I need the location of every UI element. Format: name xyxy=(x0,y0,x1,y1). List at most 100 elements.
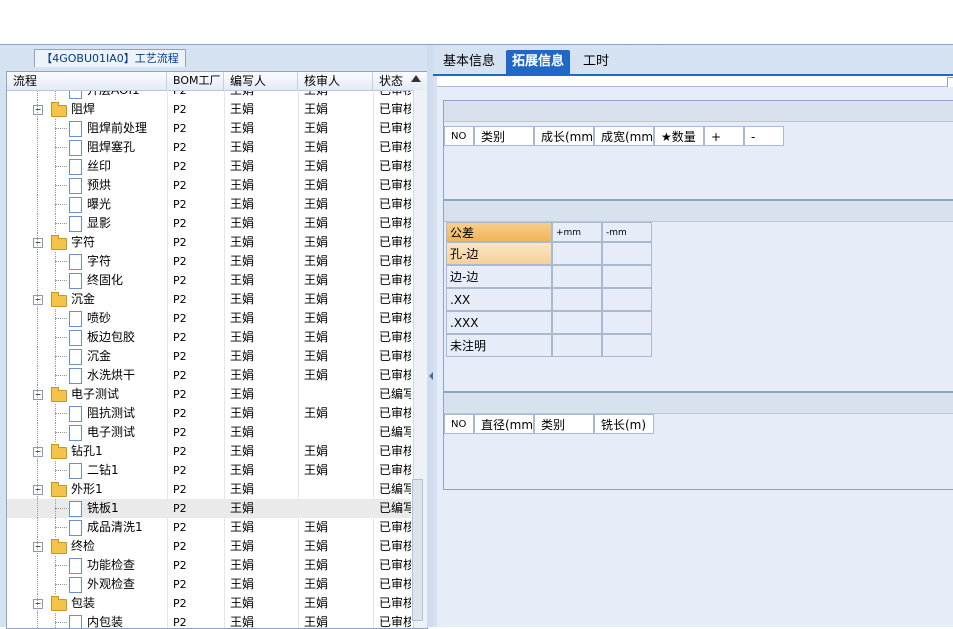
tolerance-minus-input[interactable] xyxy=(602,288,652,311)
tree-connector xyxy=(37,138,38,157)
tree-connector xyxy=(37,442,38,461)
node-label: 丝印 xyxy=(87,159,112,173)
col-header-writer[interactable]: 编写人 xyxy=(224,72,298,90)
cell-status: 已审核 xyxy=(379,140,411,154)
grid-col-header[interactable]: 直径(mm) xyxy=(474,414,538,434)
collapse-toggle-icon[interactable]: − xyxy=(33,542,43,552)
tree-row[interactable]: − 钻孔1 P2 王娟 王娟 已审核 xyxy=(7,442,411,461)
tree-row[interactable]: 外观检查 P2 王娟 王娟 已审核 xyxy=(7,575,411,594)
document-icon xyxy=(69,216,82,232)
grid-col-header[interactable]: 成宽(mm) xyxy=(594,126,658,146)
node-label: 沉金 xyxy=(71,292,96,306)
tree-row[interactable]: 预烘 P2 王娟 王娟 已审核 xyxy=(7,176,411,195)
tree-row[interactable]: 丝印 P2 王娟 王娟 已审核 xyxy=(7,157,411,176)
collapse-toggle-icon[interactable]: − xyxy=(33,105,43,115)
tree-connector xyxy=(37,594,38,613)
tab-content-header xyxy=(437,76,953,87)
grid-col-header[interactable]: ★数量 xyxy=(654,126,704,146)
tree-row[interactable]: − 沉金 P2 王娟 王娟 已审核 xyxy=(7,290,411,309)
tree-row[interactable]: − 阻焊 P2 王娟 王娟 已审核 xyxy=(7,100,411,119)
collapse-toggle-icon[interactable]: − xyxy=(33,599,43,609)
grid-col-header[interactable]: 成长(mm) xyxy=(534,126,598,146)
tolerance-plus-input[interactable] xyxy=(552,242,602,265)
cell-writer: 王娟 xyxy=(230,91,300,100)
scrollbar-thumb[interactable] xyxy=(412,479,423,621)
collapse-toggle-icon[interactable]: − xyxy=(33,238,43,248)
node-label: 开层AOI1 xyxy=(87,91,140,100)
tree-row[interactable]: 阻抗测试 P2 王娟 王娟 已审核 xyxy=(7,404,411,423)
node-label: 阻焊塞孔 xyxy=(87,140,136,154)
tolerance-plus-input[interactable] xyxy=(552,288,602,311)
tolerance-minus-input[interactable] xyxy=(602,265,652,288)
tree-connector xyxy=(55,204,67,205)
tree-connector xyxy=(55,261,67,262)
cell-status: 已审核 xyxy=(379,235,411,249)
collapse-toggle-icon[interactable]: − xyxy=(33,295,43,305)
tolerance-minus-input[interactable] xyxy=(602,311,652,334)
tree-row[interactable]: 水洗烘干 P2 王娟 王娟 已审核 xyxy=(7,366,411,385)
tolerance-minus-input[interactable] xyxy=(602,334,652,357)
tolerance-plus-input[interactable] xyxy=(552,265,602,288)
cell-bom: P2 xyxy=(173,426,187,439)
tree-row[interactable]: − 终检 P2 王娟 王娟 已审核 xyxy=(7,537,411,556)
col-header-bom[interactable]: BOM工厂 xyxy=(167,72,224,90)
tree-row[interactable]: − 外形1 P2 王娟 已编写 xyxy=(7,480,411,499)
grid-col-header[interactable]: NO xyxy=(444,126,474,146)
collapse-toggle-icon[interactable]: − xyxy=(33,485,43,495)
detail-tabs: 基本信息 拓展信息 工时 xyxy=(433,48,953,79)
tree-row[interactable]: 功能检查 P2 王娟 王娟 已审核 xyxy=(7,556,411,575)
grid-col-header[interactable]: 铣长(m) xyxy=(594,414,654,434)
tree-row[interactable]: 成品清洗1 P2 王娟 王娟 已审核 xyxy=(7,518,411,537)
tab-basic-info[interactable]: 基本信息 xyxy=(437,50,501,74)
cell-writer: 王娟 xyxy=(230,425,255,439)
cell-bom: P2 xyxy=(173,331,187,344)
tolerance-plus-input[interactable] xyxy=(552,311,602,334)
col-header-reviewer[interactable]: 核审人 xyxy=(298,72,373,90)
tree-row[interactable]: 板边包胶 P2 王娟 王娟 已审核 xyxy=(7,328,411,347)
tree-row[interactable]: − 包装 P2 王娟 王娟 已审核 xyxy=(7,594,411,613)
tree-row[interactable]: 阻焊前处理 P2 王娟 王娟 已审核 xyxy=(7,119,411,138)
cell-writer: 王娟 xyxy=(230,520,255,534)
tree-row[interactable]: − 电子测试 P2 王娟 已编写 xyxy=(7,385,411,404)
tree-row[interactable]: 沉金 P2 王娟 王娟 已审核 xyxy=(7,347,411,366)
cell-reviewer: 王娟 xyxy=(304,254,329,268)
tree-connector xyxy=(37,252,38,271)
tree-row[interactable]: 开层AOI1P2王娟王娟已审核 xyxy=(7,91,411,100)
tolerance-minus-input[interactable] xyxy=(602,242,652,265)
tree-row[interactable]: 喷砂 P2 王娟 王娟 已审核 xyxy=(7,309,411,328)
cell-reviewer: 王娟 xyxy=(304,406,329,420)
collapse-toggle-icon[interactable]: − xyxy=(33,447,43,457)
grid-col-header[interactable]: 类别 xyxy=(474,126,534,146)
cell-status: 已审核 xyxy=(379,539,411,553)
node-label: 预烘 xyxy=(87,178,112,192)
tree-connector xyxy=(37,499,38,518)
cell-bom: P2 xyxy=(173,369,187,382)
grid-col-header[interactable]: + xyxy=(704,126,744,146)
tree-row[interactable]: 显影 P2 王娟 王娟 已审核 xyxy=(7,214,411,233)
tree-row[interactable]: 终固化 P2 王娟 王娟 已审核 xyxy=(7,271,411,290)
grid-col-header[interactable]: NO xyxy=(444,414,474,434)
cell-writer: 王娟 xyxy=(230,102,255,116)
tree-row[interactable]: 铣板1 P2 王娟 已编写 xyxy=(7,499,411,518)
tree-row[interactable]: 曝光 P2 王娟 王娟 已审核 xyxy=(7,195,411,214)
cell-reviewer: 王娟 xyxy=(304,273,329,287)
collapse-toggle-icon[interactable]: − xyxy=(33,390,43,400)
tab-work-hours[interactable]: 工时 xyxy=(577,50,615,74)
grid-col-header[interactable]: 类别 xyxy=(534,414,594,434)
tree-row[interactable]: 字符 P2 王娟 王娟 已审核 xyxy=(7,252,411,271)
tree-row[interactable]: 阻焊塞孔 P2 王娟 王娟 已审核 xyxy=(7,138,411,157)
cell-bom: P2 xyxy=(173,293,187,306)
cell-writer: 王娟 xyxy=(230,140,255,154)
col-header-status[interactable]: 状态 xyxy=(373,72,413,90)
cell-writer: 王娟 xyxy=(230,482,255,496)
tree-row[interactable]: 电子测试 P2 王娟 已编写 xyxy=(7,423,411,442)
process-tree-grid[interactable]: 流程 BOM工厂 编写人 核审人 状态 开层AOI1P2王娟王娟已审核−阻焊P2… xyxy=(6,71,428,629)
grid-col-header[interactable]: - xyxy=(744,126,784,146)
tree-connector xyxy=(55,622,67,623)
col-header-flow[interactable]: 流程 xyxy=(7,72,167,90)
cell-status: 已编写 xyxy=(379,387,411,401)
tree-row[interactable]: − 字符 P2 王娟 王娟 已审核 xyxy=(7,233,411,252)
tree-row[interactable]: 二钻1 P2 王娟 王娟 已审核 xyxy=(7,461,411,480)
tab-extended-info[interactable]: 拓展信息 xyxy=(506,50,571,79)
tolerance-plus-input[interactable] xyxy=(552,334,602,357)
